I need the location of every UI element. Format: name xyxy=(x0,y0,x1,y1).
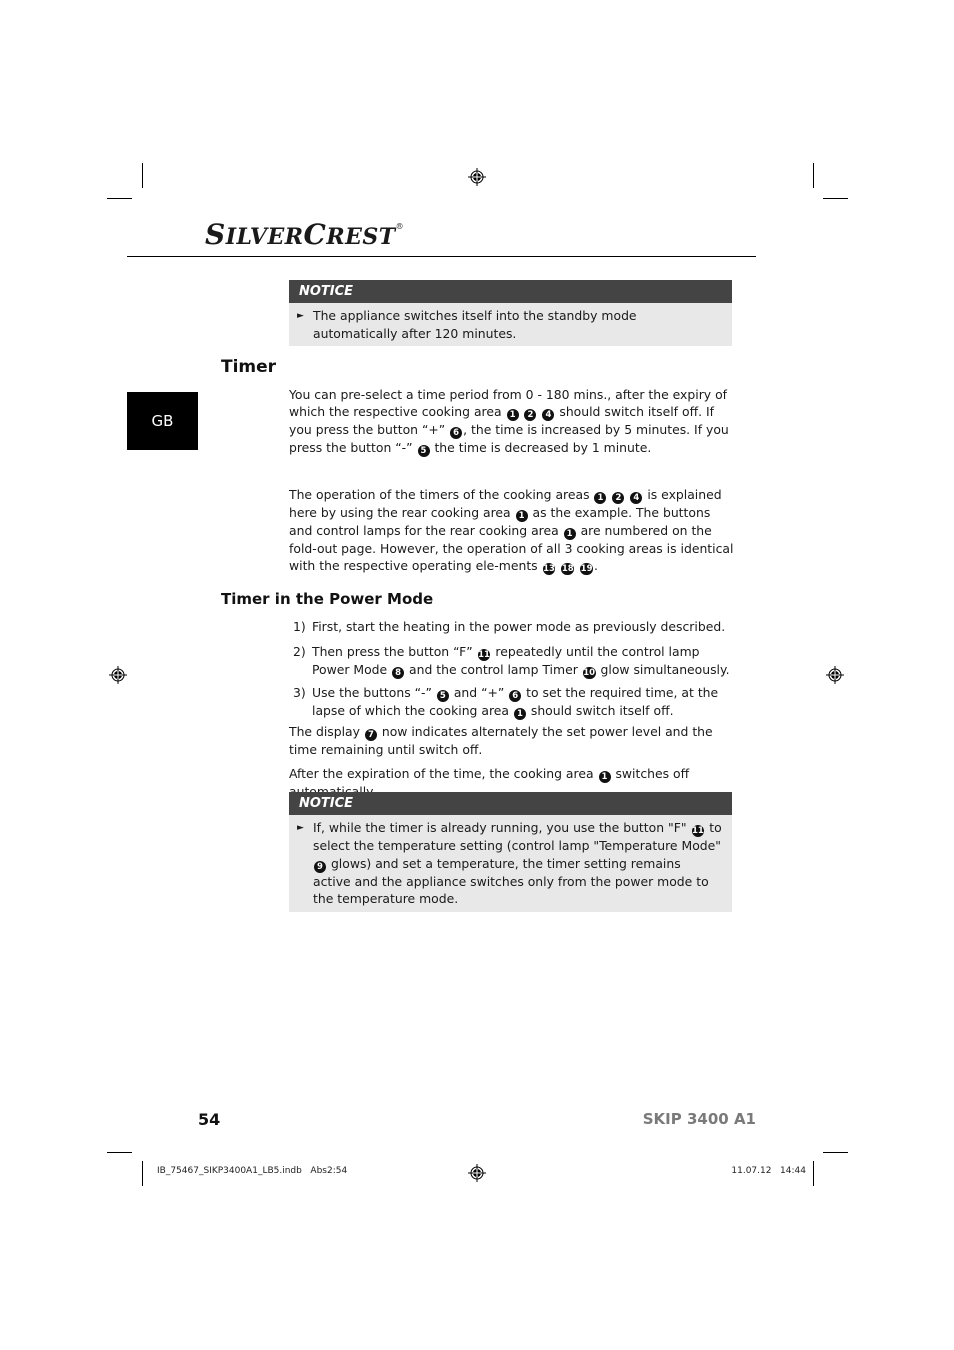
notice-heading: NOTICE xyxy=(289,792,732,815)
registration-mark-icon xyxy=(468,168,486,186)
language-tab: GB xyxy=(127,392,198,450)
crop-mark xyxy=(107,1152,132,1153)
reference-number-badge: 4 xyxy=(630,492,643,504)
crop-mark xyxy=(142,1161,143,1186)
reference-number-badge: 5 xyxy=(436,690,449,702)
registration-mark-icon xyxy=(109,666,127,684)
notice-body: ► If, while the timer is already running… xyxy=(289,815,732,912)
reference-number-badge: 19 xyxy=(580,563,594,576)
timer-paragraph-2: The operation of the timers of the cooki… xyxy=(289,487,734,576)
crop-mark xyxy=(823,1152,848,1153)
registration-mark-icon xyxy=(826,666,844,684)
reference-number-badge: 1 xyxy=(515,510,528,522)
arrow-right-icon: ► xyxy=(297,311,304,321)
step-text: First, start the heating in the power mo… xyxy=(312,619,726,634)
reference-number-badge: 6 xyxy=(450,427,463,440)
registration-mark-icon xyxy=(468,1164,486,1182)
reference-number-badge: 6 xyxy=(509,690,522,702)
crop-mark xyxy=(813,1161,814,1186)
logo-text: ILVER xyxy=(225,224,304,250)
step-item: 3) Use the buttons “-” 5 and “+” 6 to se… xyxy=(293,684,735,720)
model-name: SKIP 3400 A1 xyxy=(642,1110,756,1128)
reference-number-badge: 1 xyxy=(598,771,611,783)
display-paragraph: The display 7 now indicates alternately … xyxy=(289,724,713,757)
print-slug-file: IB_75467_SIKP3400A1_LB5.indb Abs2:54 xyxy=(157,1166,348,1176)
brand-logo: SILVERCREST® xyxy=(205,218,404,251)
step-number: 2) xyxy=(293,644,306,659)
reference-number-badge: 2 xyxy=(612,492,625,504)
reference-number-badge: 10 xyxy=(582,667,596,679)
notice-text: If, while the timer is already running, … xyxy=(313,820,722,906)
reference-number-badge: 5 xyxy=(417,445,430,458)
reference-number-badge: 1 xyxy=(506,409,519,422)
reference-number-badge: 13 xyxy=(542,563,556,576)
crop-mark xyxy=(107,198,132,199)
reference-number-badge: 2 xyxy=(524,409,537,422)
timer-paragraph-1: You can pre-select a time period from 0 … xyxy=(289,387,729,458)
notice-heading: NOTICE xyxy=(289,280,732,303)
reference-number-badge: 1 xyxy=(563,528,576,540)
crop-mark xyxy=(142,163,143,188)
step-text: Use the buttons “-” 5 and “+” 6 to set t… xyxy=(312,685,719,720)
section-heading-power-mode: Timer in the Power Mode xyxy=(221,590,434,608)
header-rule xyxy=(127,256,756,257)
notice-text: The appliance switches itself into the s… xyxy=(313,308,637,341)
logo-letter: C xyxy=(303,218,327,251)
crop-mark xyxy=(813,163,814,188)
logo-letter: S xyxy=(205,218,226,251)
step-text: Then press the button “F” 11 repeatedly … xyxy=(312,644,730,679)
reference-number-badge: 1 xyxy=(594,492,607,504)
reference-number-badge: 1 xyxy=(513,708,526,720)
section-heading-timer: Timer xyxy=(221,357,277,377)
logo-text: REST xyxy=(326,224,396,250)
registered-mark: ® xyxy=(395,222,405,231)
step-number: 1) xyxy=(293,619,306,634)
page-number: 54 xyxy=(198,1110,221,1129)
notice-box: NOTICE ► If, while the timer is already … xyxy=(289,792,732,912)
step-item: 1) First, start the heating in the power… xyxy=(293,618,735,635)
reference-number-badge: 11 xyxy=(477,649,491,661)
reference-number-badge: 18 xyxy=(561,563,575,576)
notice-box: NOTICE ► The appliance switches itself i… xyxy=(289,280,732,346)
crop-mark xyxy=(823,198,848,199)
step-number: 3) xyxy=(293,685,306,700)
notice-body: ► The appliance switches itself into the… xyxy=(289,303,732,346)
reference-number-badge: 8 xyxy=(392,667,405,679)
reference-number-badge: 7 xyxy=(364,729,377,741)
reference-number-badge: 9 xyxy=(314,860,326,873)
reference-number-badge: 11 xyxy=(691,825,705,837)
arrow-right-icon: ► xyxy=(297,823,304,833)
step-item: 2) Then press the button “F” 11 repeated… xyxy=(293,643,735,679)
print-slug-date: 11.07.12 14:44 xyxy=(731,1166,806,1176)
reference-number-badge: 4 xyxy=(542,409,555,422)
